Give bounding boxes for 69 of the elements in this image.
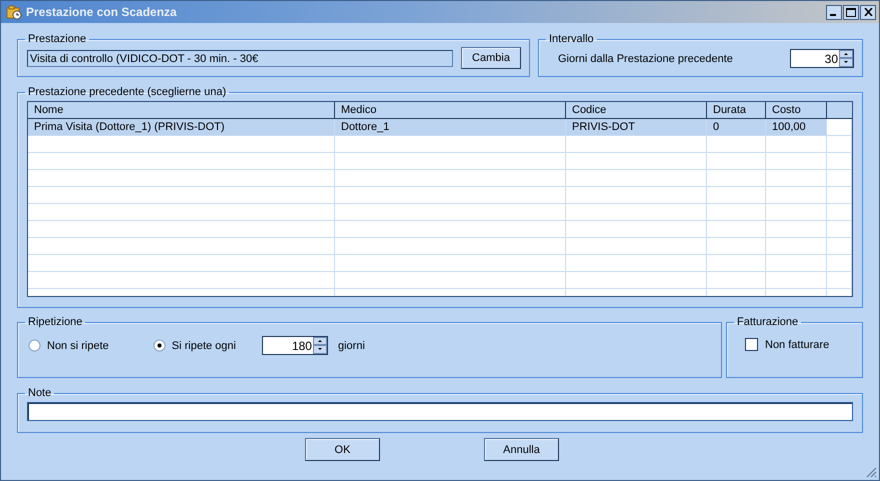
- radio-option[interactable]: Non si ripete: [28, 339, 109, 352]
- empty-cell: [707, 204, 766, 221]
- dialog-button[interactable]: Annulla: [484, 438, 559, 461]
- empty-cell: [827, 136, 852, 153]
- radio-button[interactable]: [28, 339, 41, 352]
- table-cell: Dottore_1: [335, 119, 566, 136]
- table-cell: Prima Visita (Dottore_1) (PRIVIS-DOT): [28, 119, 335, 136]
- folder-clock-icon: [6, 4, 22, 20]
- empty-cell: [707, 272, 766, 289]
- empty-cell: [707, 153, 766, 170]
- table-cell: PRIVIS-DOT: [566, 119, 707, 136]
- empty-cell: [766, 136, 827, 153]
- empty-cell: [766, 170, 827, 187]
- column-header[interactable]: Codice: [566, 102, 707, 119]
- group-label: Intervallo: [548, 33, 595, 45]
- empty-cell: [766, 221, 827, 238]
- empty-cell: [827, 187, 852, 204]
- column-header[interactable]: Nome: [28, 102, 335, 119]
- spinner-arrows-icon: [312, 337, 327, 354]
- empty-cell: [827, 204, 852, 221]
- maximize-icon: [846, 8, 856, 16]
- maximize-button[interactable]: [843, 4, 859, 20]
- empty-cell: [766, 187, 827, 204]
- empty-cell: [707, 170, 766, 187]
- empty-cell: [707, 255, 766, 272]
- table-row[interactable]: Prima Visita (Dottore_1) (PRIVIS-DOT) Dottore_1 PRIVIS-DOT 0 100,00: [28, 119, 852, 136]
- close-icon: [864, 8, 872, 16]
- days-label: Giorni dalla Prestazione precedente: [558, 52, 733, 64]
- spinner-arrows-icon: [839, 50, 853, 67]
- radio-option[interactable]: Si ripete ogni: [152, 339, 236, 352]
- empty-cell: [766, 272, 827, 289]
- resize-grip-icon: [865, 466, 877, 478]
- column-header[interactable]: Durata: [707, 102, 766, 119]
- change-button[interactable]: Cambia: [461, 47, 521, 69]
- service-field: Visita di controllo (VIDICO-DOT - 30 min. - 30€: [27, 50, 453, 66]
- empty-cell: [827, 153, 852, 170]
- empty-cell: [827, 170, 852, 187]
- column-header[interactable]: Medico: [335, 102, 566, 119]
- close-button[interactable]: [860, 4, 876, 20]
- radio-button[interactable]: [152, 339, 166, 352]
- empty-cell: [707, 221, 766, 238]
- checkbox[interactable]: [745, 338, 758, 351]
- empty-cell: [707, 136, 766, 153]
- empty-cell: [766, 204, 827, 221]
- empty-cell: [827, 272, 852, 289]
- window-title: Prestazione con Scadenza: [26, 5, 178, 19]
- no-invoice-checkbox[interactable]: Non fatturare: [736, 330, 854, 351]
- empty-cell: [707, 238, 766, 255]
- table-cell: 0: [707, 119, 766, 136]
- group-label: Ripetizione: [27, 316, 84, 328]
- empty-cell: [827, 221, 852, 238]
- note-field[interactable]: [27, 402, 853, 421]
- minimize-button[interactable]: [826, 4, 842, 20]
- table-cell: 100,00: [766, 119, 827, 136]
- unit-label: giorni: [338, 340, 365, 352]
- days-spinner[interactable]: 30: [790, 49, 854, 68]
- empty-cell: [827, 238, 852, 255]
- dialog-button[interactable]: OK: [305, 438, 380, 461]
- empty-cell: [766, 238, 827, 255]
- empty-cell: [766, 153, 827, 170]
- group-label: Note: [27, 387, 52, 399]
- column-header[interactable]: Costo: [766, 102, 827, 119]
- group-label: Fatturazione: [736, 316, 800, 328]
- empty-cell: [766, 255, 827, 272]
- days-spinner[interactable]: 180: [262, 336, 328, 355]
- empty-cell: [827, 255, 852, 272]
- empty-cell: [707, 187, 766, 204]
- group-label: Prestazione precedente (sceglierne una): [27, 86, 228, 98]
- group-label: Prestazione: [27, 33, 88, 45]
